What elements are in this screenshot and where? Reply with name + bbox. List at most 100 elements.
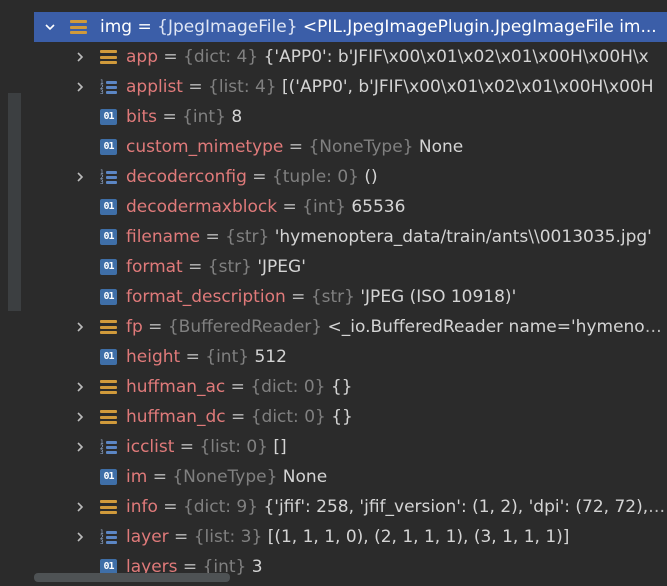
equals-sign: = bbox=[137, 17, 158, 37]
tree-row-text: huffman_dc = {dict: 0} {} bbox=[126, 402, 667, 432]
tree-row-fp[interactable]: fp = {BufferedReader} <_io.BufferedReade… bbox=[34, 312, 667, 342]
variable-name: img bbox=[100, 17, 133, 37]
variable-name: applist bbox=[126, 77, 183, 97]
variable-type: {str} bbox=[207, 257, 252, 277]
tree-row-huffman_ac[interactable]: huffman_ac = {dict: 0} {} bbox=[34, 372, 667, 402]
variable-value: 'JPEG' bbox=[257, 257, 306, 277]
equals-sign: = bbox=[285, 287, 311, 307]
variable-name: filename bbox=[126, 227, 201, 247]
variable-name: layer bbox=[126, 527, 169, 547]
variable-value: <PIL.JpegImagePlugin.JpegImageFile im... bbox=[302, 17, 657, 37]
variable-value: None bbox=[282, 467, 328, 487]
editor-gutter bbox=[0, 0, 34, 586]
chevron-right-icon[interactable] bbox=[70, 492, 90, 522]
chevron-right-icon[interactable] bbox=[70, 42, 90, 72]
int-icon: 01 bbox=[100, 109, 117, 125]
tree-row-text: img = {JpegImageFile} <PIL.JpegImagePlug… bbox=[100, 12, 667, 42]
int-icon: 01 bbox=[100, 139, 117, 155]
equals-sign: = bbox=[225, 377, 251, 397]
tree-row-format_description[interactable]: 01 format_description = {str} 'JPEG (ISO … bbox=[34, 282, 667, 312]
variable-value: 8 bbox=[231, 107, 243, 127]
dict-icon bbox=[100, 379, 117, 395]
variable-value: None bbox=[418, 137, 464, 157]
variable-name: decodermaxblock bbox=[126, 197, 278, 217]
tree-row-decoderconfig[interactable]: 1 2 3 decoderconfig = {tuple: 0} () bbox=[34, 162, 667, 192]
tree-row-im[interactable]: 01 im = {NoneType} None bbox=[34, 462, 667, 492]
tree-row-text: applist = {list: 4} [('APP0', b'JFIF\x00… bbox=[126, 72, 667, 102]
equals-sign: = bbox=[158, 47, 184, 67]
tree-row-text: im = {NoneType} None bbox=[126, 462, 667, 492]
tree-row-decodermaxblock[interactable]: 01 decodermaxblock = {int} 65536 bbox=[34, 192, 667, 222]
tree-row-text: format_description = {str} 'JPEG (ISO 10… bbox=[126, 282, 667, 312]
tree-row-layer[interactable]: 1 2 3 layer = {list: 3} [(1, 1, 1, 0), (2, … bbox=[34, 522, 667, 552]
variables-tree[interactable]: img = {JpegImageFile} <PIL.JpegImagePlug… bbox=[34, 12, 667, 586]
variable-value: [(1, 1, 1, 0), (2, 1, 1, 1), (3, 1, 1, 1… bbox=[267, 527, 570, 547]
tree-row-filename[interactable]: 01 filename = {str} 'hymenoptera_data/tra… bbox=[34, 222, 667, 252]
variable-value: [('APP0', b'JFIF\x00\x01\x02\x01\x00H\x0… bbox=[282, 77, 654, 97]
chevron-right-icon[interactable] bbox=[70, 312, 90, 342]
tree-row-bits[interactable]: 01 bits = {int} 8 bbox=[34, 102, 667, 132]
chevron-right-icon[interactable] bbox=[70, 522, 90, 552]
tree-row-text: decoderconfig = {tuple: 0} () bbox=[126, 162, 667, 192]
tree-row-applist[interactable]: 1 2 3 applist = {list: 4} [('APP0', b'JFIF\… bbox=[34, 72, 667, 102]
tree-row-huffman_dc[interactable]: huffman_dc = {dict: 0} {} bbox=[34, 402, 667, 432]
equals-sign: = bbox=[157, 497, 183, 517]
tree-row-text: fp = {BufferedReader} <_io.BufferedReade… bbox=[126, 312, 667, 342]
variable-value: {} bbox=[331, 407, 353, 427]
equals-sign: = bbox=[200, 227, 226, 247]
variable-type: {list: 3} bbox=[193, 527, 263, 547]
variable-type: {NoneType} bbox=[308, 137, 414, 157]
horizontal-scrollbar[interactable] bbox=[34, 573, 230, 582]
chevron-right-icon[interactable] bbox=[70, 162, 90, 192]
dict-icon bbox=[100, 319, 117, 335]
tree-row-info[interactable]: info = {dict: 9} {'jfif': 258, 'jfif_ver… bbox=[34, 492, 667, 522]
variable-type: {JpegImageFile} bbox=[157, 17, 298, 37]
tree-row-text: height = {int} 512 bbox=[126, 342, 667, 372]
variable-name: height bbox=[126, 347, 181, 367]
tree-row-text: app = {dict: 4} {'APP0': b'JFIF\x00\x01\… bbox=[126, 42, 667, 72]
variable-type: {dict: 0} bbox=[250, 407, 326, 427]
tree-row-text: format = {str} 'JPEG' bbox=[126, 252, 667, 282]
tree-row-text: decodermaxblock = {int} 65536 bbox=[126, 192, 667, 222]
int-icon: 01 bbox=[100, 469, 117, 485]
variable-name: huffman_dc bbox=[126, 407, 226, 427]
equals-sign: = bbox=[157, 107, 183, 127]
int-icon: 01 bbox=[100, 259, 117, 275]
chevron-right-icon[interactable] bbox=[70, 432, 90, 462]
variable-type: {tuple: 0} bbox=[271, 167, 359, 187]
variable-value: 'hymenoptera_data/train/ants\\0013035.jp… bbox=[274, 227, 652, 247]
variable-type: {dict: 0} bbox=[250, 377, 326, 397]
chevron-right-icon[interactable] bbox=[70, 72, 90, 102]
chevron-down-icon[interactable] bbox=[40, 12, 60, 42]
variable-type: {dict: 4} bbox=[183, 47, 259, 67]
chevron-right-icon[interactable] bbox=[70, 372, 90, 402]
tree-row-custom_mimetype[interactable]: 01 custom_mimetype = {NoneType} None bbox=[34, 132, 667, 162]
equals-sign: = bbox=[168, 527, 194, 547]
tree-row-icclist[interactable]: 1 2 3 icclist = {list: 0} [] bbox=[34, 432, 667, 462]
variable-type: {list: 4} bbox=[208, 77, 277, 97]
variable-value: () bbox=[364, 167, 378, 187]
chevron-right-icon[interactable] bbox=[70, 402, 90, 432]
variable-type: {str} bbox=[225, 227, 270, 247]
equals-sign: = bbox=[147, 467, 173, 487]
variable-value: {} bbox=[330, 377, 353, 397]
variable-type: {dict: 9} bbox=[182, 497, 259, 517]
tree-row-text: custom_mimetype = {NoneType} None bbox=[126, 132, 667, 162]
variable-type: {NoneType} bbox=[172, 467, 278, 487]
tree-row-height[interactable]: 01 height = {int} 512 bbox=[34, 342, 667, 372]
variable-value: 'JPEG (ISO 10918)' bbox=[360, 287, 517, 307]
tree-row-format[interactable]: 01 format = {str} 'JPEG' bbox=[34, 252, 667, 282]
variable-value: {'APP0': b'JFIF\x00\x01\x02\x01\x00H\x00… bbox=[263, 47, 649, 67]
equals-sign: = bbox=[182, 257, 208, 277]
variable-value: [] bbox=[273, 437, 287, 457]
tree-row-text: filename = {str} 'hymenoptera_data/train… bbox=[126, 222, 667, 252]
tree-row-app[interactable]: app = {dict: 4} {'APP0': b'JFIF\x00\x01\… bbox=[34, 42, 667, 72]
int-icon: 01 bbox=[100, 349, 117, 365]
variable-name: info bbox=[126, 497, 158, 517]
tree-row-root[interactable]: img = {JpegImageFile} <PIL.JpegImagePlug… bbox=[34, 12, 667, 42]
tree-row-text: info = {dict: 9} {'jfif': 258, 'jfif_ver… bbox=[126, 492, 667, 522]
variable-name: custom_mimetype bbox=[126, 137, 284, 157]
equals-sign: = bbox=[142, 317, 168, 337]
variable-value: {'jfif': 258, 'jfif_version': (1, 2), 'd… bbox=[263, 497, 667, 517]
variable-name: fp bbox=[126, 317, 143, 337]
